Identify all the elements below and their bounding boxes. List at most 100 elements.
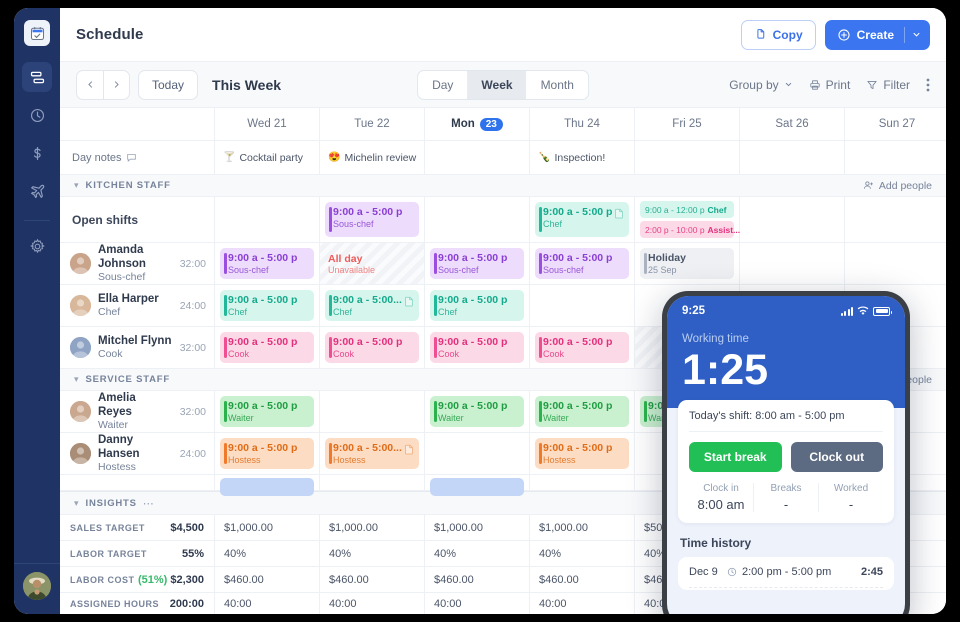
employee-info[interactable]: Danny HansenHostess24:00 [60,433,215,474]
shift-cell-s-0-2[interactable]: 9:00 a - 5:00 pWaiter [425,391,530,432]
filter-button[interactable]: Filter [866,78,910,92]
open-shift-cell-2[interactable] [425,197,530,242]
next-week-button[interactable] [103,71,129,99]
shift-cell-k-2-0[interactable]: 9:00 a - 5:00 pCook [215,327,320,368]
shift-chip[interactable]: 9:00 a - 5:00 pWaiter [430,396,524,427]
partial-employee-info[interactable] [60,475,215,490]
more-options-button[interactable] [926,78,930,92]
employee-info[interactable]: Ella HarperChef24:00 [60,285,215,326]
partial-shift-cell-0[interactable] [215,475,320,490]
employee-info[interactable]: Amanda JohnsonSous-chef32:00 [60,243,215,284]
day-header-1[interactable]: Tue 22 [320,108,425,140]
shift-cell-s-0-3[interactable]: 9:00 a - 5:00 pWaiter [530,391,635,432]
shift-chip[interactable]: 9:00 a - 5:00 pWaiter [535,396,629,427]
shift-chip[interactable]: 9:00 a - 5:00...Hostess [325,438,419,469]
group-by-button[interactable]: Group by [729,78,792,92]
shift-chip[interactable]: 9:00 a - 5:00 pCook [220,332,314,363]
shift-cell-s-1-0[interactable]: 9:00 a - 5:00 pHostess [215,433,320,474]
app-logo[interactable] [24,20,50,46]
shift-cell-s-1-3[interactable]: 9:00 a - 5:00 pHostess [530,433,635,474]
day-note-cell-4[interactable] [635,141,740,174]
shift-cell-k-2-1[interactable]: 9:00 a - 5:00 pCook [320,327,425,368]
shift-cell-k-2-2[interactable]: 9:00 a - 5:00 pCook [425,327,530,368]
employee-info[interactable]: Amelia ReyesWaiter32:00 [60,391,215,432]
shift-cell-s-0-1[interactable] [320,391,425,432]
shift-cell-k-0-0[interactable]: 9:00 a - 5:00 pSous-chef [215,243,320,284]
shift-chip[interactable]: 9:00 a - 5:00 pSous-chef [535,248,629,279]
history-row[interactable]: Dec 9 2:00 pm - 5:00 pm 2:45 [689,566,883,588]
shift-cell-k-0-5[interactable] [740,243,845,284]
day-header-5[interactable]: Sat 26 [740,108,845,140]
shift-cell-k-0-3[interactable]: 9:00 a - 5:00 pSous-chef [530,243,635,284]
day-header-6[interactable]: Sun 27 [845,108,946,140]
open-shift-mini[interactable]: 9:00 a - 12:00 pChef [640,201,734,218]
day-header-0[interactable]: Wed 21 [215,108,320,140]
open-shift-mini[interactable]: 2:00 p - 10:00 pAssist... [640,221,734,238]
shift-cell-k-0-4[interactable]: Holiday25 Sep [635,243,740,284]
partial-shift-cell-2[interactable] [425,475,530,490]
shift-cell-k-1-0[interactable]: 9:00 a - 5:00 pChef [215,285,320,326]
shift-cell-k-1-2[interactable]: 9:00 a - 5:00 pChef [425,285,530,326]
print-button[interactable]: Print [809,78,851,92]
partial-shift-cell-3[interactable] [530,475,635,490]
user-avatar[interactable] [23,572,51,600]
holiday-chip[interactable]: Holiday25 Sep [640,248,734,279]
day-note-cell-2[interactable] [425,141,530,174]
shift-cell-k-1-3[interactable] [530,285,635,326]
shift-cell-k-0-1[interactable]: All dayUnavailable [320,243,425,284]
shift-cell-k-0-2[interactable]: 9:00 a - 5:00 pSous-chef [425,243,530,284]
shift-chip[interactable]: 9:00 a - 5:00 pChef [535,202,629,237]
shift-chip[interactable]: 9:00 a - 5:00 pWaiter [220,396,314,427]
sidebar-item-schedule[interactable] [22,62,52,92]
prev-week-button[interactable] [77,71,103,99]
shift-chip[interactable]: 9:00 a - 5:00 pChef [430,290,524,321]
shift-chip[interactable]: 9:00 a - 5:00 pCook [535,332,629,363]
add-people-button[interactable]: Add people [863,180,932,192]
open-shift-cell-3[interactable]: 9:00 a - 5:00 pChef [530,197,635,242]
day-note-cell-0[interactable]: 🍸Cocktail party [215,141,320,174]
open-shift-cell-6[interactable] [845,197,946,242]
shift-cell-s-0-0[interactable]: 9:00 a - 5:00 pWaiter [215,391,320,432]
unavailable-block[interactable]: All dayUnavailable [320,243,424,284]
sidebar-item-payroll[interactable] [22,138,52,168]
shift-cell-s-1-2[interactable] [425,433,530,474]
sidebar-item-leave[interactable] [22,176,52,206]
shift-cell-s-1-1[interactable]: 9:00 a - 5:00...Hostess [320,433,425,474]
clock-out-button[interactable]: Clock out [791,442,884,472]
shift-chip[interactable]: 9:00 a - 5:00 pHostess [220,438,314,469]
shift-chip[interactable]: 9:00 a - 5:00 pCook [430,332,524,363]
shift-chip[interactable]: 9:00 a - 5:00 pChef [220,290,314,321]
sidebar-item-settings[interactable] [22,231,52,261]
shift-cell-k-1-1[interactable]: 9:00 a - 5:00...Chef [320,285,425,326]
open-shift-cell-4[interactable]: 9:00 a - 12:00 pChef 2:00 p - 10:00 pAssi… [635,197,740,242]
start-break-button[interactable]: Start break [689,442,782,472]
shift-chip[interactable]: 9:00 a - 5:00 pCook [325,332,419,363]
open-shift-cell-1[interactable]: 9:00 a - 5:00 pSous-chef [320,197,425,242]
employee-info[interactable]: Mitchel FlynnCook32:00 [60,327,215,368]
shift-cell-k-2-3[interactable]: 9:00 a - 5:00 pCook [530,327,635,368]
open-shift-cell-5[interactable] [740,197,845,242]
day-note-cell-6[interactable] [845,141,946,174]
copy-button[interactable]: Copy [741,20,816,50]
day-note-cell-3[interactable]: 🍾Inspection! [530,141,635,174]
tab-day[interactable]: Day [418,71,467,99]
day-header-4[interactable]: Fri 25 [635,108,740,140]
sidebar-item-time-clock[interactable] [22,100,52,130]
create-button[interactable]: Create [825,20,930,50]
day-note-cell-5[interactable] [740,141,845,174]
day-header-3[interactable]: Thu 24 [530,108,635,140]
day-header-2[interactable]: Mon23 [425,108,530,140]
tab-month[interactable]: Month [527,71,588,99]
day-note-cell-1[interactable]: 😍Michelin review [320,141,425,174]
shift-chip[interactable]: 9:00 a - 5:00 pSous-chef [220,248,314,279]
shift-chip[interactable] [220,478,314,496]
shift-chip[interactable]: 9:00 a - 5:00 pSous-chef [430,248,524,279]
today-button[interactable]: Today [138,70,198,100]
group-header-0[interactable]: ▾KITCHEN STAFFAdd people [60,175,946,197]
shift-cell-k-0-6[interactable] [845,243,946,284]
open-shift-cell-0[interactable] [215,197,320,242]
shift-chip[interactable]: 9:00 a - 5:00 pSous-chef [325,202,419,237]
shift-chip[interactable]: 9:00 a - 5:00 pHostess [535,438,629,469]
shift-chip[interactable] [430,478,524,496]
partial-shift-cell-1[interactable] [320,475,425,490]
